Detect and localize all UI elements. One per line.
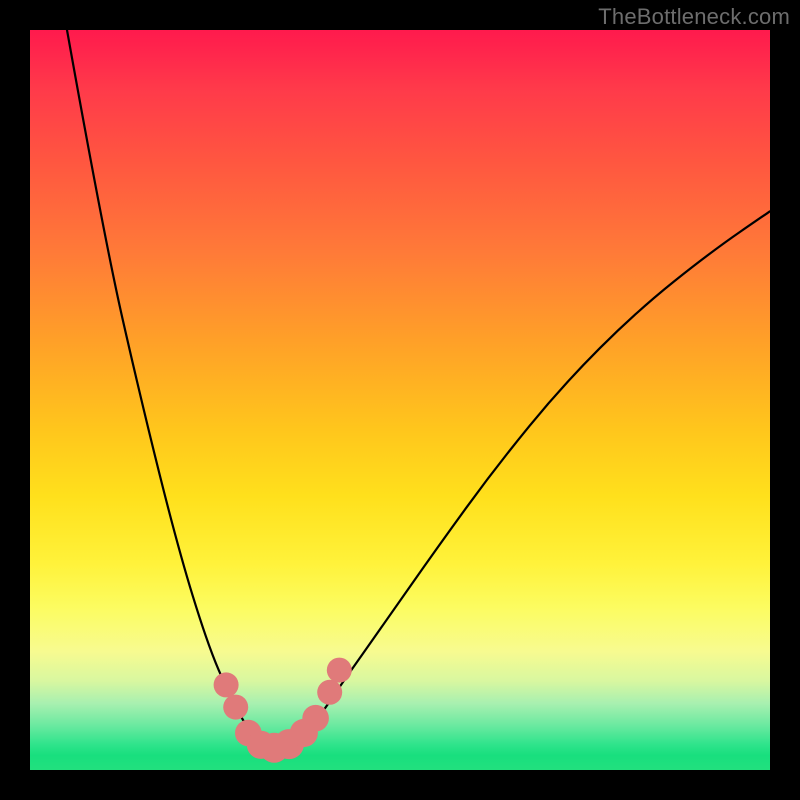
curve-marker xyxy=(214,672,239,697)
curve-marker xyxy=(317,680,342,705)
curve-marker xyxy=(327,658,352,683)
curve-marker xyxy=(302,705,329,732)
chart-frame: TheBottleneck.com xyxy=(0,0,800,800)
curve-markers xyxy=(214,658,352,763)
bottleneck-curve xyxy=(67,30,770,746)
curve-marker xyxy=(223,695,248,720)
watermark-text: TheBottleneck.com xyxy=(598,4,790,30)
plot-area xyxy=(30,30,770,770)
chart-overlay xyxy=(30,30,770,770)
